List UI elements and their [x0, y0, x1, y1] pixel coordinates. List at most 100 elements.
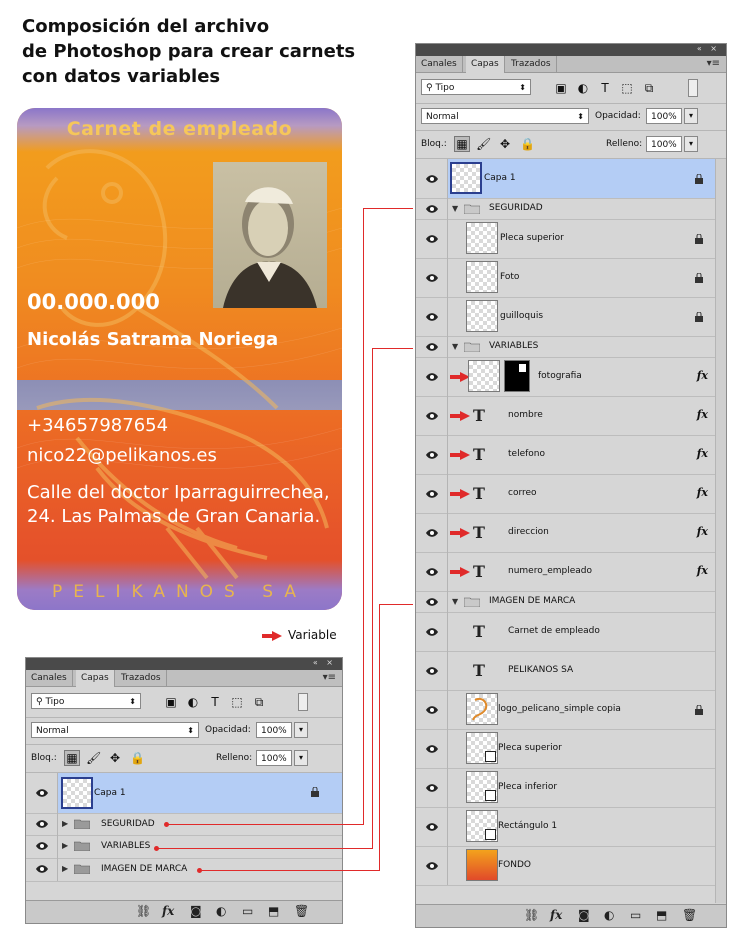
layer-numero-empleado[interactable]: Tnumero_empleadofx▼: [416, 552, 726, 592]
new-layer-icon[interactable]: ⬒: [656, 908, 667, 922]
eye-icon[interactable]: [35, 788, 49, 798]
filter-select[interactable]: ⚲ Tipo ⬍: [31, 693, 141, 709]
panel-collapse-icon[interactable]: « ×: [697, 44, 720, 53]
eye-icon[interactable]: [425, 744, 439, 754]
layer-fondo[interactable]: FONDO: [416, 846, 726, 886]
eye-icon[interactable]: [425, 597, 439, 607]
panel-collapse-icon[interactable]: « ×: [313, 658, 336, 667]
opacity-input[interactable]: 100%: [256, 722, 292, 738]
lock-all-icon[interactable]: 🔒: [520, 137, 535, 151]
lock-transparent-icon[interactable]: ▦: [454, 136, 470, 152]
layer-pleca-inferior[interactable]: Pleca inferior: [416, 768, 726, 808]
layer-effects-icon[interactable]: fx: [697, 369, 708, 382]
fill-input[interactable]: 100%: [256, 750, 292, 766]
fx-icon[interactable]: fx: [550, 908, 562, 922]
layer-logo-pelicano-simple-copia[interactable]: logo_pelicano_simple copia: [416, 690, 726, 730]
filter-toggle[interactable]: [298, 693, 308, 711]
layer-guilloquis[interactable]: guilloquis: [416, 297, 726, 337]
layer-correo[interactable]: Tcorreofx▼: [416, 474, 726, 514]
trash-icon[interactable]: 🗑: [294, 904, 309, 918]
eye-icon[interactable]: [425, 342, 439, 352]
lock-all-icon[interactable]: 🔒: [130, 751, 145, 765]
collapse-arrow-icon[interactable]: ▼: [452, 204, 458, 213]
filter-shape-icon[interactable]: ⬚: [620, 81, 634, 95]
lock-brush-icon[interactable]: 🖌: [476, 137, 491, 151]
opacity-dropdown[interactable]: ▾: [684, 108, 698, 124]
tab-trazados[interactable]: Trazados: [506, 56, 557, 72]
filter-text-icon[interactable]: T: [598, 81, 612, 95]
eye-icon[interactable]: [425, 489, 439, 499]
tab-capas[interactable]: Capas: [466, 56, 505, 73]
eye-icon[interactable]: [425, 234, 439, 244]
eye-icon[interactable]: [425, 666, 439, 676]
eye-icon[interactable]: [425, 861, 439, 871]
tab-canales[interactable]: Canales: [416, 56, 463, 72]
group-imagen-de-marca[interactable]: ▼ IMAGEN DE MARCA: [416, 591, 726, 613]
adjustment-layer-icon[interactable]: ◐: [604, 908, 614, 922]
expand-arrow-icon[interactable]: ▶: [62, 841, 68, 850]
tab-trazados[interactable]: Trazados: [116, 670, 167, 686]
opacity-input[interactable]: 100%: [646, 108, 682, 124]
trash-icon[interactable]: 🗑: [682, 908, 697, 922]
filter-pixel-icon[interactable]: ▣: [554, 81, 568, 95]
opacity-dropdown[interactable]: ▾: [294, 722, 308, 738]
lock-brush-icon[interactable]: 🖌: [86, 751, 101, 765]
lock-move-icon[interactable]: ✥: [108, 751, 122, 765]
eye-icon[interactable]: [425, 528, 439, 538]
layer-telefono[interactable]: Ttelefonofx▼: [416, 435, 726, 475]
new-layer-icon[interactable]: ⬒: [268, 904, 279, 918]
collapse-arrow-icon[interactable]: ▼: [452, 597, 458, 606]
fill-input[interactable]: 100%: [646, 136, 682, 152]
filter-text-icon[interactable]: T: [208, 695, 222, 709]
filter-toggle[interactable]: [688, 79, 698, 97]
add-mask-icon[interactable]: ◙: [190, 904, 202, 918]
eye-icon[interactable]: [425, 783, 439, 793]
eye-icon[interactable]: [425, 312, 439, 322]
layer-foto[interactable]: Foto: [416, 258, 726, 298]
eye-icon[interactable]: [425, 450, 439, 460]
eye-icon[interactable]: [425, 204, 439, 214]
adjustment-layer-icon[interactable]: ◐: [216, 904, 226, 918]
layer-effects-icon[interactable]: fx: [697, 525, 708, 538]
panel-menu-icon[interactable]: ▾≡: [323, 672, 336, 683]
layer-effects-icon[interactable]: fx: [697, 486, 708, 499]
eye-icon[interactable]: [425, 411, 439, 421]
collapse-arrow-icon[interactable]: ▼: [452, 342, 458, 351]
fill-dropdown[interactable]: ▾: [684, 136, 698, 152]
filter-smart-object-icon[interactable]: ⧉: [642, 81, 656, 95]
eye-icon[interactable]: [425, 705, 439, 715]
eye-icon[interactable]: [425, 822, 439, 832]
eye-icon[interactable]: [425, 372, 439, 382]
filter-shape-icon[interactable]: ⬚: [230, 695, 244, 709]
expand-arrow-icon[interactable]: ▶: [62, 864, 68, 873]
fx-icon[interactable]: fx: [162, 904, 174, 918]
fill-dropdown[interactable]: ▾: [294, 750, 308, 766]
layer-carnet-de-empleado[interactable]: T Carnet de empleado: [416, 612, 726, 652]
expand-arrow-icon[interactable]: ▶: [62, 819, 68, 828]
layer-fotografia[interactable]: fotografiafx▼: [416, 357, 726, 397]
add-mask-icon[interactable]: ◙: [578, 908, 590, 922]
eye-icon[interactable]: [35, 864, 49, 874]
layer-effects-icon[interactable]: fx: [697, 447, 708, 460]
layer-effects-icon[interactable]: fx: [697, 408, 708, 421]
layer-nombre[interactable]: Tnombrefx▼: [416, 396, 726, 436]
filter-smart-object-icon[interactable]: ⧉: [252, 695, 266, 709]
eye-icon[interactable]: [35, 819, 49, 829]
link-layers-icon[interactable]: ⛓: [136, 904, 151, 918]
new-group-icon[interactable]: ▭: [630, 908, 641, 922]
group-variables[interactable]: ▼ VARIABLES: [416, 336, 726, 358]
group-seguridad[interactable]: ▼ SEGURIDAD: [416, 198, 726, 220]
filter-select[interactable]: ⚲ Tipo ⬍: [421, 79, 531, 95]
layer-direccion[interactable]: Tdireccionfx▼: [416, 513, 726, 553]
eye-icon[interactable]: [425, 174, 439, 184]
group-variables[interactable]: ▶ VARIABLES: [26, 835, 342, 859]
blend-mode-select[interactable]: Normal ⬍: [421, 108, 589, 124]
eye-icon[interactable]: [35, 841, 49, 851]
lock-move-icon[interactable]: ✥: [498, 137, 512, 151]
layer-pelikanos-sa[interactable]: T PELIKANOS SA: [416, 651, 726, 691]
layer-pleca-superior[interactable]: Pleca superior: [416, 729, 726, 769]
filter-pixel-icon[interactable]: ▣: [164, 695, 178, 709]
layer-capa-1[interactable]: Capa 1: [26, 773, 342, 814]
panel-menu-icon[interactable]: ▾≡: [707, 58, 720, 69]
layers-scrollbar[interactable]: [715, 159, 726, 903]
